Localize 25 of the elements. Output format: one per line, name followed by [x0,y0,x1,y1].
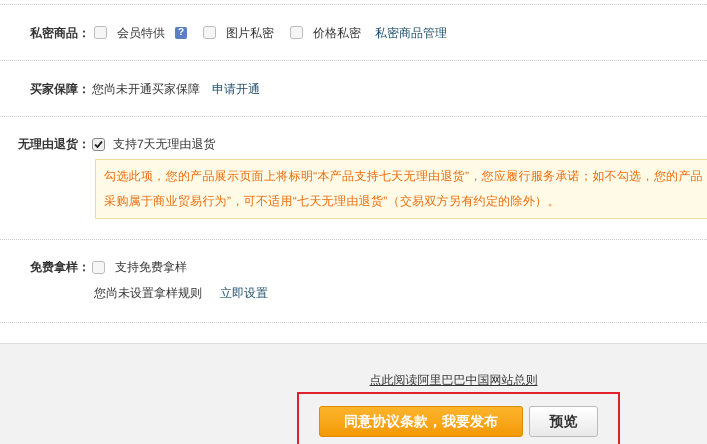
option-label: 支持7天无理由退货 [113,136,216,153]
field-label: 免费拿样： [30,260,90,274]
setup-link[interactable]: 立即设置 [220,284,268,302]
rules-link[interactable]: 点此阅读阿里巴巴中国网站总则 [370,374,538,386]
checkbox[interactable] [203,26,216,39]
help-icon[interactable]: ? [175,26,187,38]
field-label: 私密商品： [30,26,90,40]
checkbox[interactable] [92,260,105,274]
field-label: 买家保障： [30,82,90,96]
option-label: 价格私密 [313,24,361,42]
option-label: 会员特供 [117,24,165,42]
notice-text: 采购属于商业贸易行为”，可不适用“七天无理由退货”（交易双方另有约定的除外）。 [104,193,560,210]
checkbox[interactable] [94,26,107,39]
manage-link[interactable]: 私密商品管理 [375,24,447,42]
status-text: 您尚未设置拿样规则 [94,285,202,302]
checkmark-icon [94,140,103,148]
status-text: 您尚未开通买家保障 [92,80,200,98]
field-label: 无理由退货： [18,137,90,151]
checkbox[interactable] [92,138,105,150]
apply-link[interactable]: 申请开通 [212,80,260,98]
option-label: 支持免费拿样 [115,259,187,276]
notice-text: 勾选此项，您的产品展示页面上将标明“本产品支持七天无理由退货”，您应履行服务承诺；如不勾选，您的产品 [104,168,703,185]
preview-button[interactable]: 预览 [529,406,598,437]
option-label: 图片私密 [226,24,274,42]
checkbox[interactable] [290,26,303,39]
